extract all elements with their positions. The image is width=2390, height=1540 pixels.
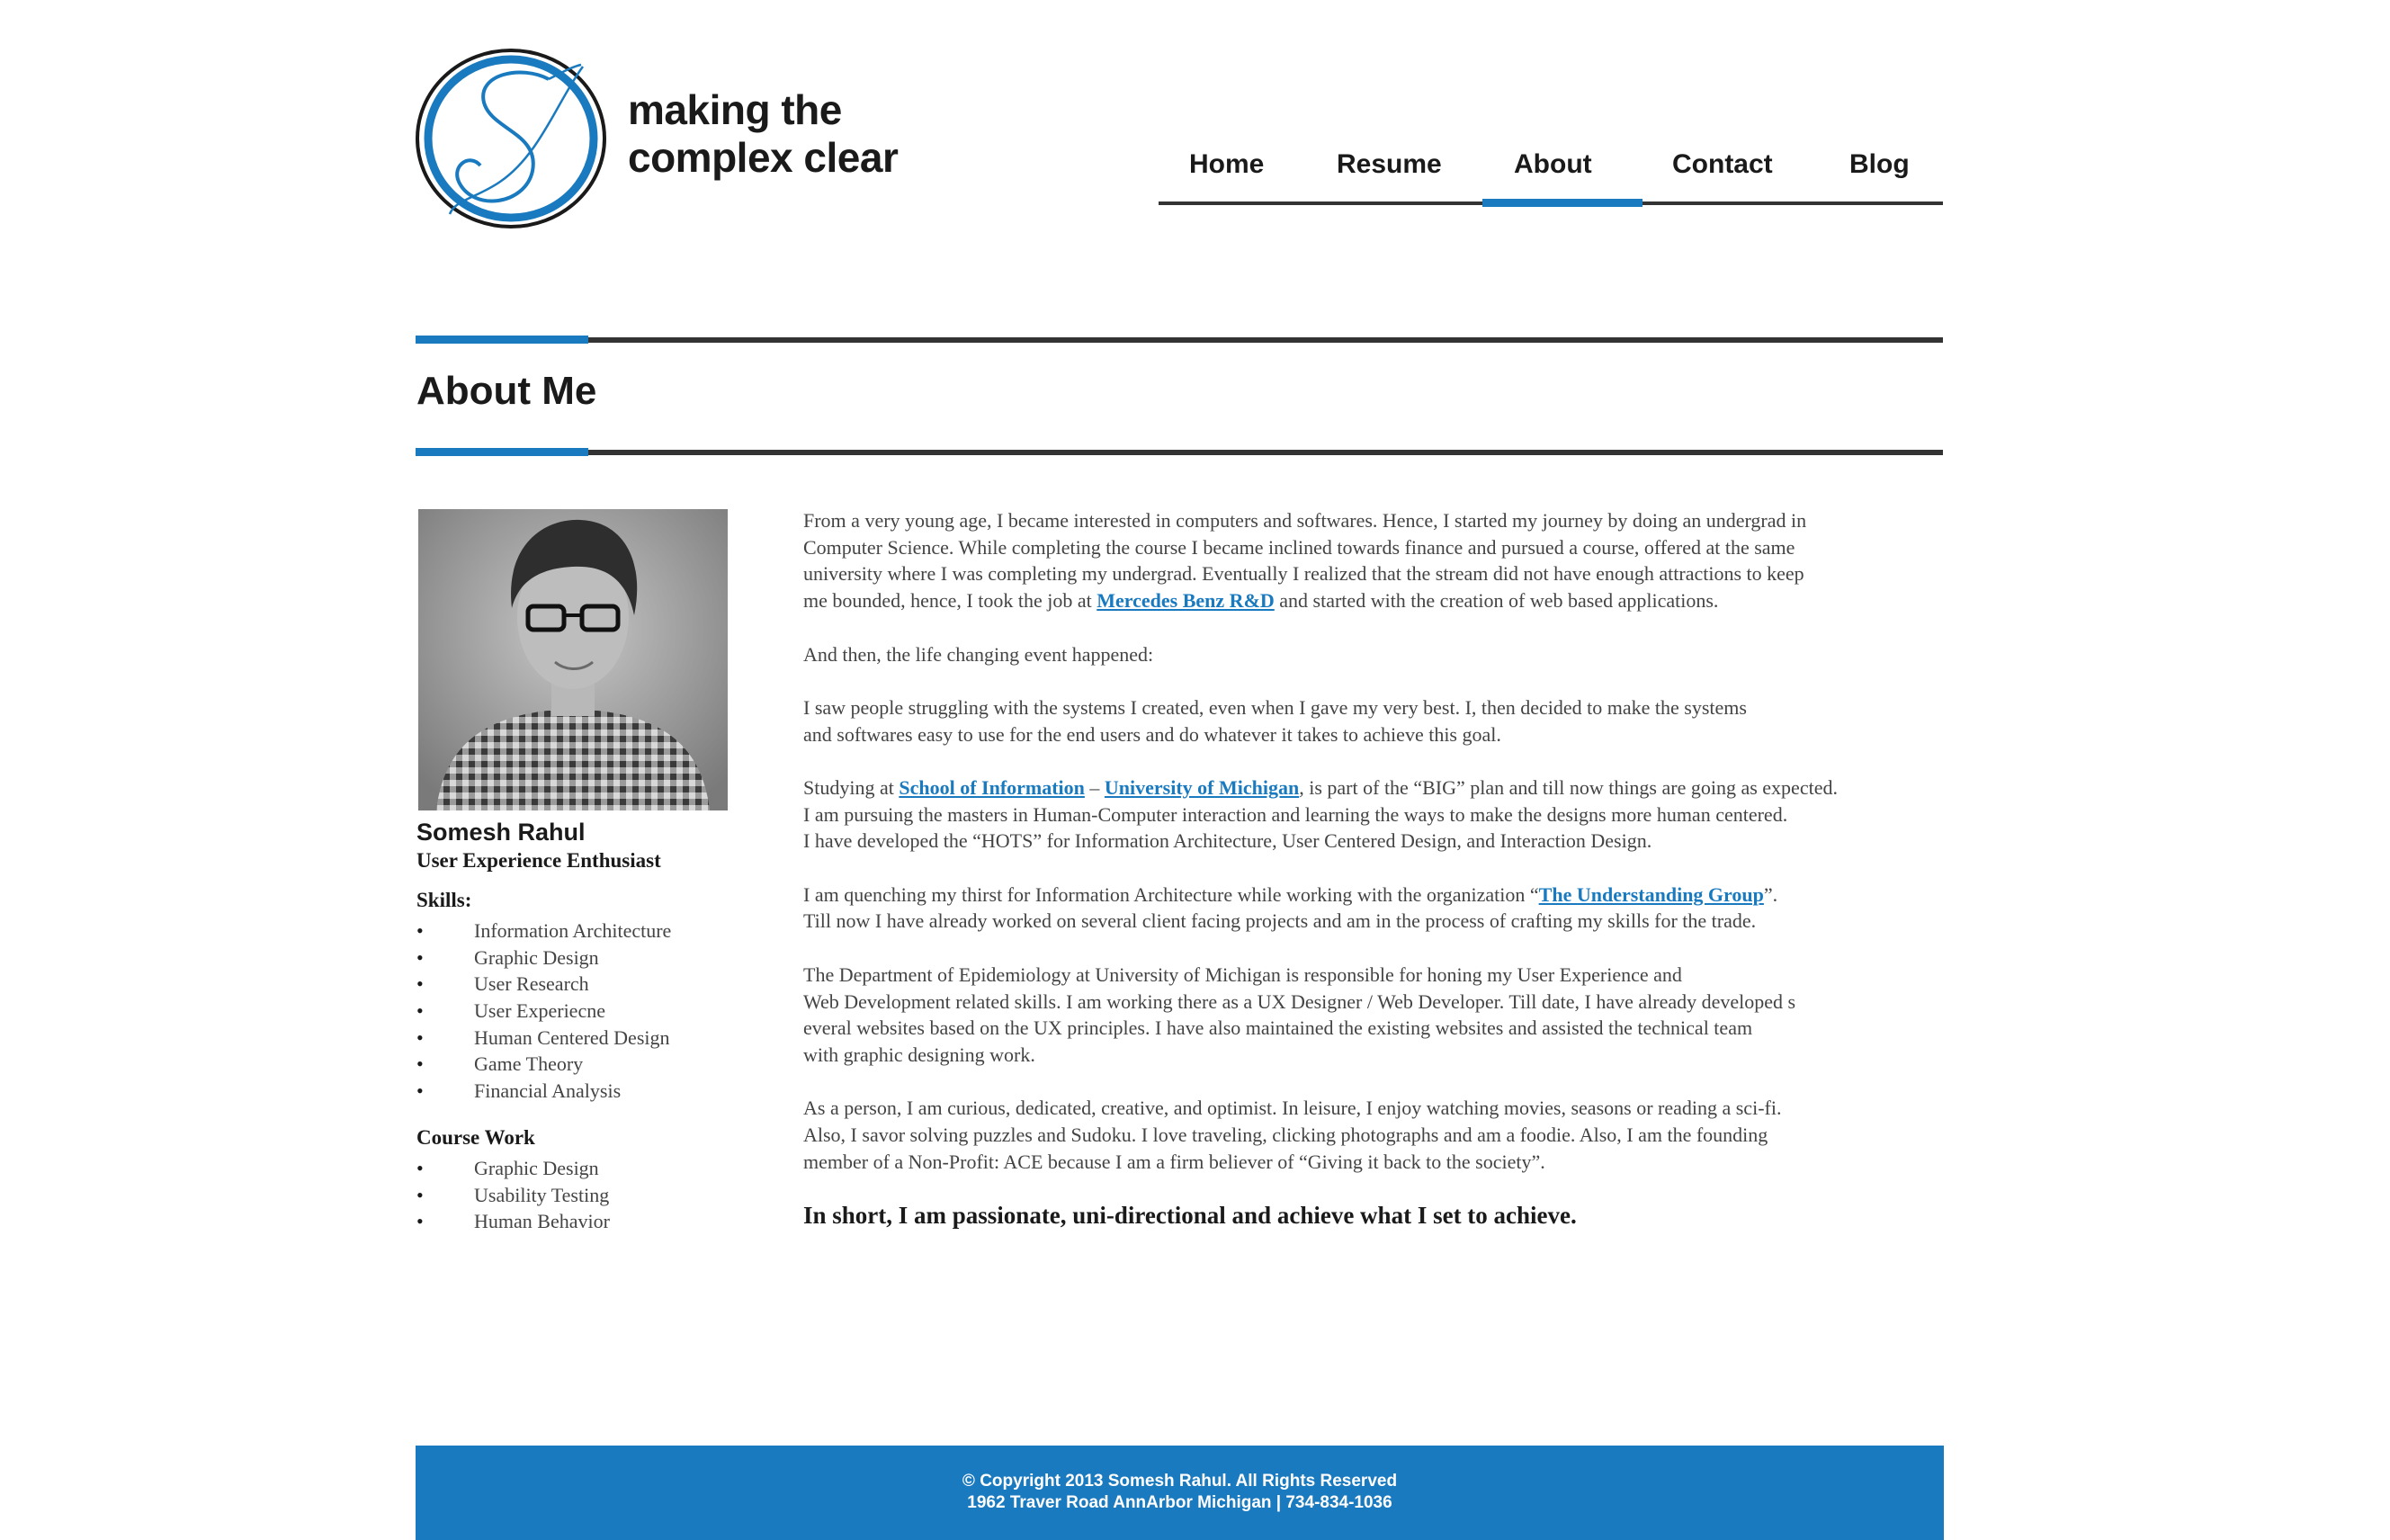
list-item: • Game Theory — [416, 1051, 671, 1078]
skills-list: • Information Architecture • Graphic Desig… — [416, 918, 671, 1105]
bullet-icon: • — [416, 1157, 424, 1179]
paragraph-motivation: I saw people struggling with the systems… — [803, 695, 1747, 746]
bullet-icon: • — [416, 1183, 424, 1206]
link-university-of-michigan[interactable]: University of Michigan — [1105, 776, 1299, 799]
paragraph-personal: As a person, I am curious, dedicated, cr… — [803, 1097, 1782, 1173]
list-item: • User Experiecne — [416, 998, 671, 1025]
course-label: Graphic Design — [474, 1157, 599, 1179]
logo[interactable] — [414, 47, 608, 230]
list-item: • Human Behavior — [416, 1208, 610, 1235]
brand-tagline: making the complex clear — [628, 86, 916, 182]
nav-item-about[interactable]: About — [1514, 149, 1592, 180]
link-mercedes-benz[interactable]: Mercedes Benz R&D — [1097, 589, 1275, 612]
skill-label: Graphic Design — [474, 945, 599, 969]
summary-statement: In short, I am passionate, uni-direction… — [803, 1202, 1577, 1229]
coursework-heading: Course Work — [416, 1126, 535, 1149]
course-label: Human Behavior — [474, 1210, 610, 1233]
about-content: From a very young age, I became interest… — [803, 507, 1964, 1202]
list-item: • Graphic Design — [416, 945, 671, 971]
profile-role: User Experience Enthusiast — [416, 849, 661, 872]
skill-label: User Research — [474, 972, 589, 996]
bullet-icon: • — [416, 919, 424, 942]
bullet-icon: • — [416, 999, 424, 1023]
top-divider — [416, 336, 1943, 344]
skill-label: User Experiecne — [474, 999, 605, 1023]
bullet-icon: • — [416, 1079, 424, 1103]
paragraph-education: Studying at School of Information – Univ… — [803, 775, 1838, 853]
paragraph-event: And then, the life changing event happen… — [803, 642, 1154, 666]
nav-item-blog[interactable]: Blog — [1849, 149, 1910, 180]
paragraph-epidemiology: The Department of Epidemiology at Univer… — [803, 962, 1796, 1066]
divider-accent — [416, 448, 588, 456]
skill-label: Information Architecture — [474, 919, 672, 942]
nav-item-resume[interactable]: Resume — [1337, 149, 1442, 180]
profile-name: Somesh Rahul — [416, 819, 586, 846]
bullet-icon: • — [416, 1052, 424, 1076]
bullet-icon: • — [416, 972, 424, 996]
skill-label: Financial Analysis — [474, 1079, 622, 1103]
nav-active-indicator — [1482, 199, 1643, 207]
nav-item-home[interactable]: Home — [1189, 149, 1264, 180]
nav-item-contact[interactable]: Contact — [1672, 149, 1773, 180]
tagline-line-2: complex clear — [628, 134, 899, 181]
list-item: • Usability Testing — [416, 1182, 610, 1209]
footer-address: 1962 Traver Road AnnArbor Michigan | 734… — [967, 1493, 1392, 1512]
list-item: • Graphic Design — [416, 1155, 610, 1182]
paragraph-background: From a very young age, I became interest… — [803, 509, 1807, 613]
link-school-of-information[interactable]: School of Information — [899, 776, 1085, 799]
profile-photo — [418, 509, 728, 810]
page-title: About Me — [416, 369, 597, 413]
bullet-icon: • — [416, 1210, 424, 1233]
skill-label: Human Centered Design — [474, 1025, 670, 1049]
list-item: • Information Architecture — [416, 918, 671, 945]
footer-copyright: © Copyright 2013 Somesh Rahul. All Right… — [962, 1472, 1398, 1491]
divider-accent — [416, 336, 588, 344]
paragraph-work: I am quenching my thirst for Information… — [803, 882, 1778, 933]
bullet-icon: • — [416, 1025, 424, 1049]
link-understanding-group[interactable]: The Understanding Group — [1539, 883, 1764, 906]
bottom-divider — [416, 448, 1943, 456]
list-item: • Human Centered Design — [416, 1025, 671, 1052]
tagline-line-1: making the — [628, 86, 842, 133]
list-item: • Financial Analysis — [416, 1078, 671, 1105]
footer: © Copyright 2013 Somesh Rahul. All Right… — [416, 1446, 1944, 1540]
monogram-logo-icon — [416, 49, 606, 228]
skill-label: Game Theory — [474, 1052, 584, 1076]
coursework-list: • Graphic Design • Usability Testing • Huma… — [416, 1155, 610, 1235]
skills-heading: Skills: — [416, 889, 472, 911]
main-nav: Home Resume About Contact Blog — [1159, 135, 1943, 207]
list-item: • User Research — [416, 971, 671, 998]
bullet-icon: • — [416, 945, 424, 969]
course-label: Usability Testing — [474, 1183, 610, 1206]
